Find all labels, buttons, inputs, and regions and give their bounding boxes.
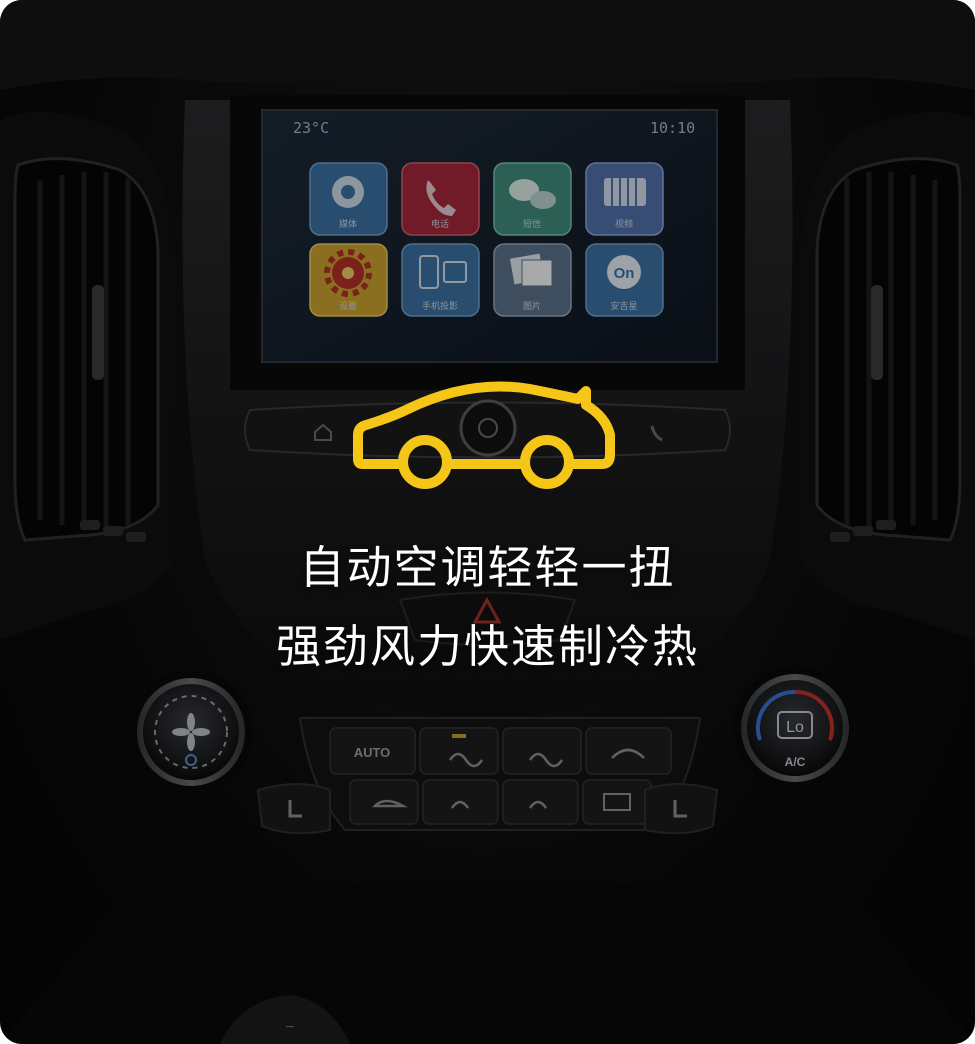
app-tile-video: 视频 [585,162,664,236]
svg-text:On: On [614,265,635,282]
svg-text:安吉星: 安吉星 [610,300,637,312]
app-tile-photos: 图片 [493,243,572,317]
temp-display: Lo [786,719,804,736]
car-outline-icon [353,381,615,489]
svg-text:短信: 短信 [523,218,541,230]
svg-text:手机投影: 手机投影 [422,300,458,312]
screen-temperature: 23°C [293,119,329,137]
car-dashboard-photo: 23°C 10:10 媒体 电话 短信 视频 设置 手机投影 图片 On 安吉星… [0,0,975,1044]
svg-text:设置: 设置 [339,301,357,312]
ac-label: A/C [785,755,806,769]
auto-button-label: AUTO [354,745,391,760]
app-tile-settings: 设置 [309,243,388,317]
promo-banner: 23°C 10:10 媒体 电话 短信 视频 设置 手机投影 图片 On 安吉星… [0,0,975,1044]
app-tile-sms: 短信 [493,162,572,236]
svg-text:媒体: 媒体 [339,218,357,230]
svg-text:−: − [285,1019,294,1036]
headline-line-2: 强劲风力快速制冷热 [275,620,699,673]
app-tile-phone: 电话 [401,162,480,236]
svg-text:视频: 视频 [615,218,633,230]
svg-text:电话: 电话 [431,218,449,230]
video-icon [604,178,646,206]
app-tile-onstar: On 安吉星 [585,243,664,317]
app-tile-phone-projection: 手机投影 [401,243,480,317]
app-tile-media: 媒体 [309,162,388,236]
headline-line-1: 自动空调轻轻一扭 [299,541,676,594]
svg-text:图片: 图片 [523,300,541,312]
screen-time: 10:10 [650,119,695,137]
